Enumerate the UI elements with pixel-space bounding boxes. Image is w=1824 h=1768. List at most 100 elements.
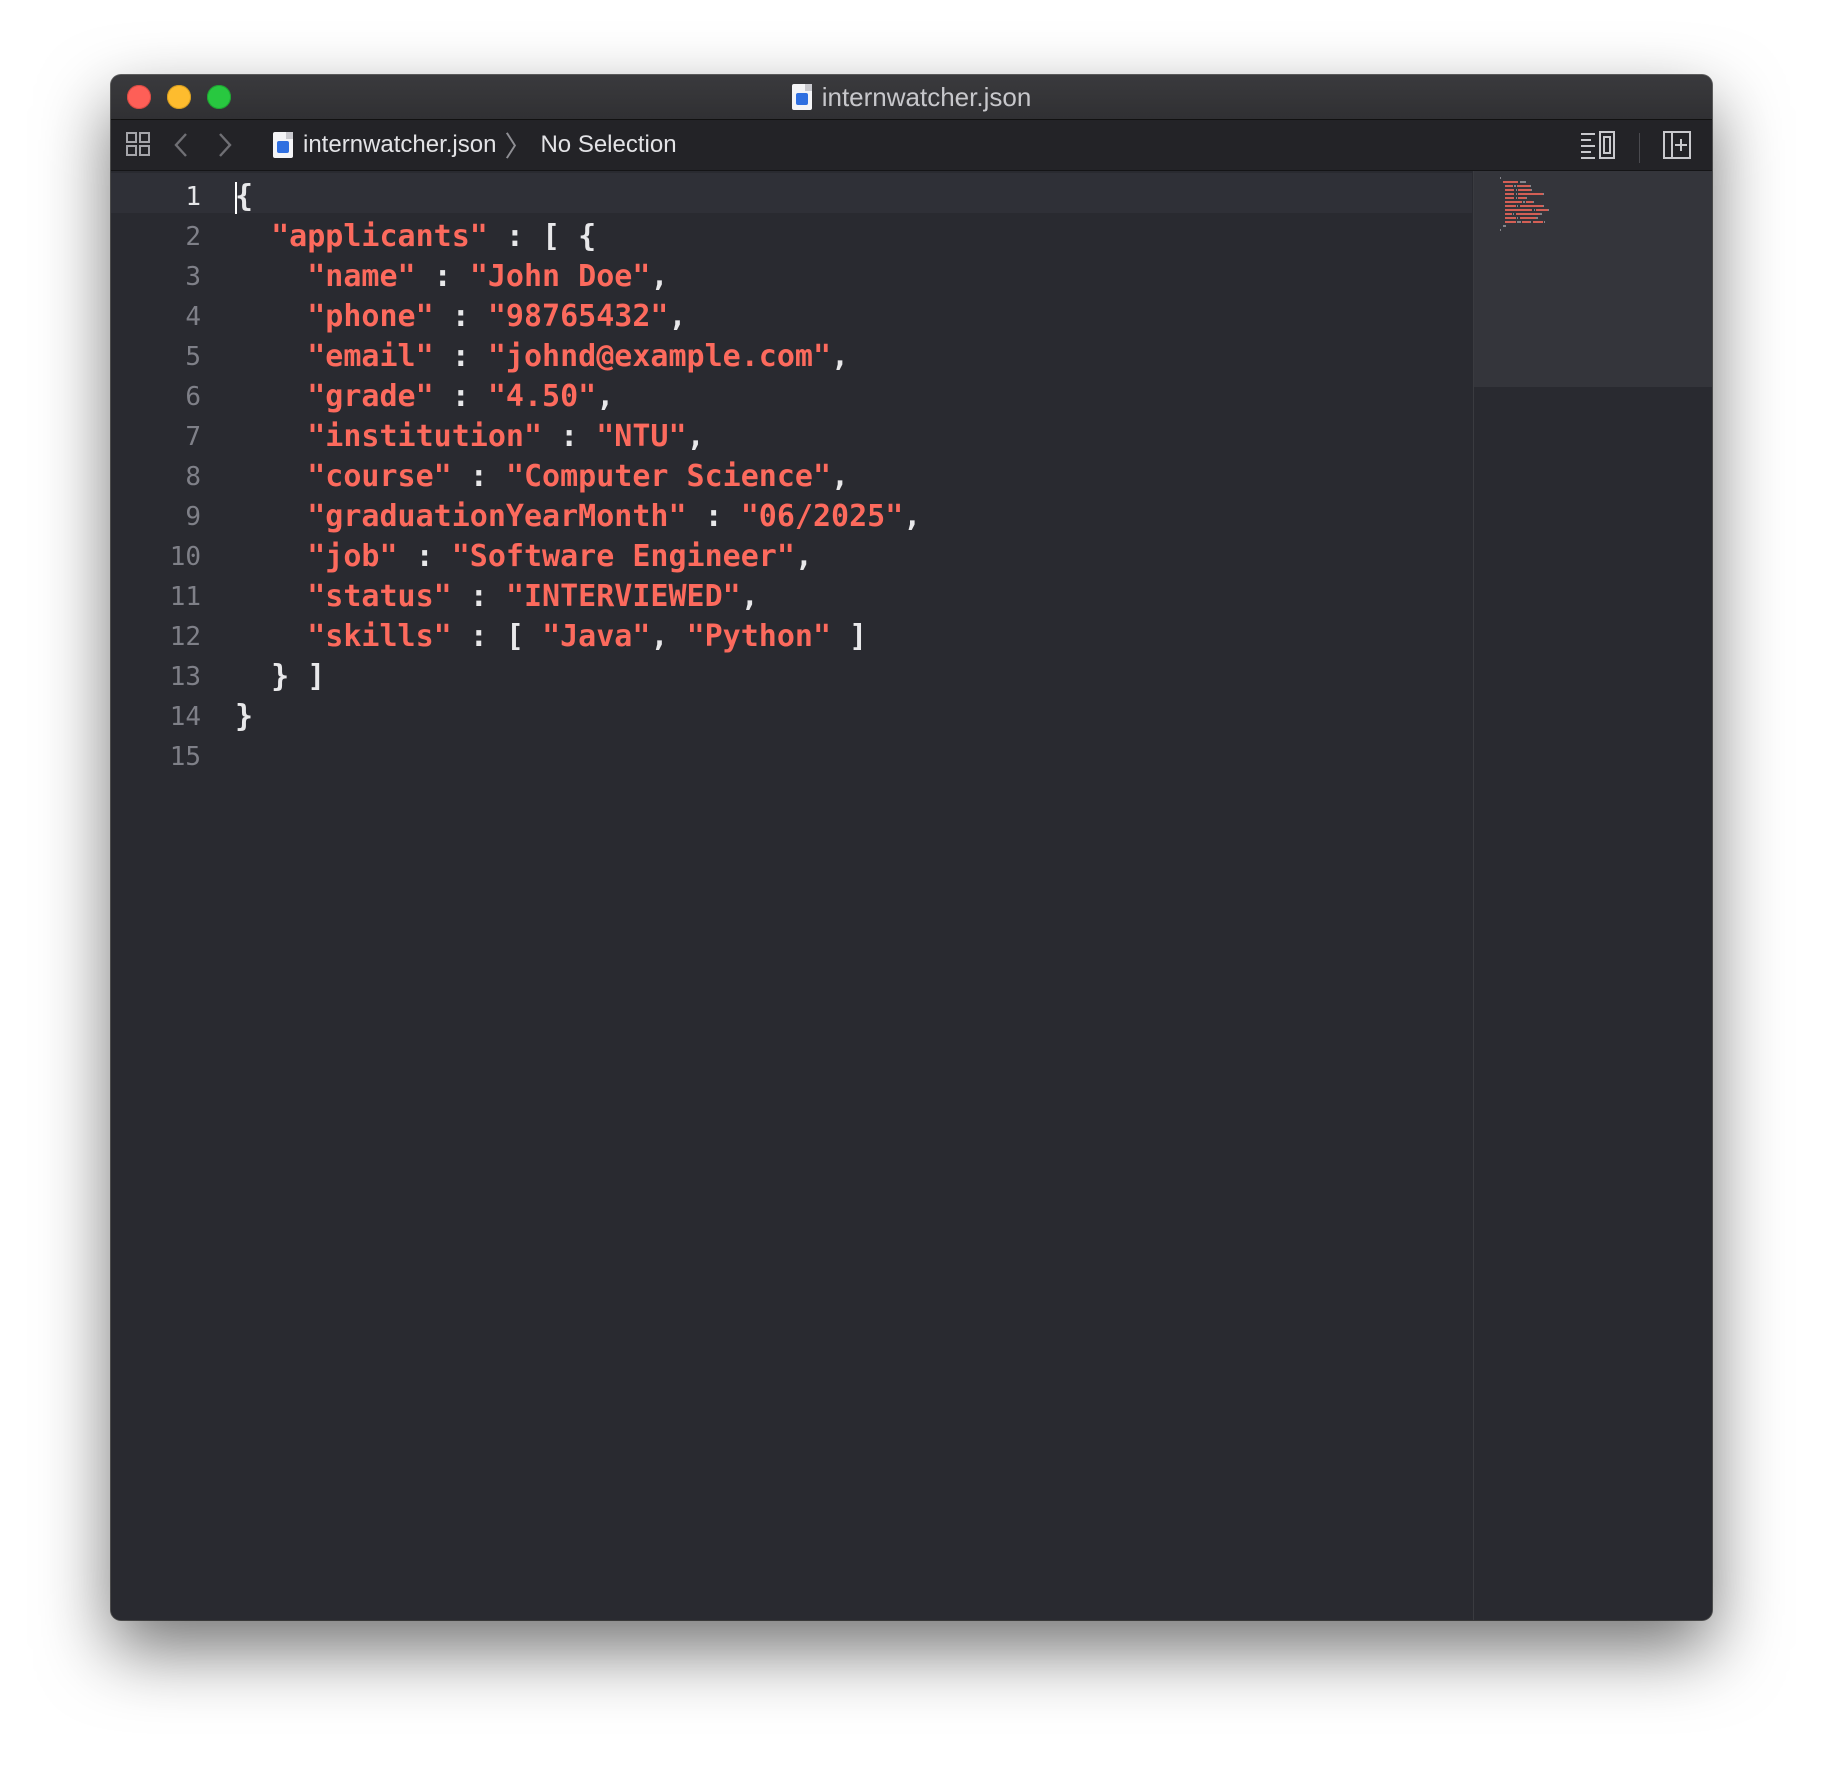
minimap-segment [1542,205,1545,207]
minimap-segment [1536,209,1549,211]
code-line[interactable]: } [235,697,921,737]
string-token: "INTERVIEWED" [505,579,741,614]
minimap-segment [1515,189,1517,191]
editor-options-icon[interactable] [1579,130,1617,165]
string-token: "institution" [307,419,543,454]
code-line[interactable] [235,737,921,777]
string-token: "grade" [307,379,434,414]
string-token: "Software Engineer" [451,539,795,574]
window-title: internwatcher.json [821,81,1032,112]
code-line[interactable]: "job" : "Software Engineer", [235,537,921,577]
minimap-segment [1518,193,1543,195]
punctuation-token: , [903,499,922,534]
punctuation-token: : [451,579,506,614]
string-token: "status" [307,579,452,614]
minimap-segment [1505,197,1515,199]
minimap-segment [1529,221,1532,223]
minimap-segment [1502,181,1519,183]
string-token: "johnd@example.com" [487,339,832,374]
code-line[interactable]: "course" : "Computer Science", [235,457,921,497]
minimap-segment [1502,225,1507,227]
minimap[interactable] [1473,171,1712,1620]
code-line[interactable]: "status" : "INTERVIEWED", [235,577,921,617]
editor-window: internwatcher.json internwatcher.json 〉 … [111,75,1712,1620]
add-editor-icon[interactable] [1662,130,1692,165]
minimap-segment [1516,217,1519,219]
string-token: "Python" [686,619,832,654]
code-line[interactable]: "name" : "John Doe", [235,257,921,297]
toolbar-divider [1639,132,1640,163]
code-line[interactable]: "institution" : "NTU", [235,417,921,457]
line-number: 14 [169,702,201,732]
punctuation-token: : [ [451,619,543,654]
minimap-visible-region[interactable] [1474,171,1712,387]
minimap-segment [1519,205,1543,207]
punctuation-token [235,579,307,614]
breadcrumb-file[interactable]: internwatcher.json [303,131,496,159]
minimap-segment [1515,213,1541,215]
minimap-segment [1519,217,1537,219]
punctuation-token: : [415,259,470,294]
code-line[interactable]: "graduationYearMonth" : "06/2025", [235,497,921,537]
string-token: "skills" [307,619,452,654]
minimap-segment [1544,221,1546,223]
string-token: "course" [307,459,452,494]
punctuation-token [235,499,307,534]
string-token: "NTU" [596,419,687,454]
punctuation-token [235,219,271,254]
code-editor[interactable]: 1 2 3 4 5 6 7 8 9 10 11 12 13 14 15 { "applicants" : [… [111,171,1472,1620]
punctuation-token: , [596,379,615,414]
code-line[interactable]: "skills" : [ "Java", "Python" ] [235,617,921,657]
code-line[interactable]: "applicants" : [ { [235,217,921,257]
punctuation-token: : [433,379,488,414]
json-file-icon [273,132,293,158]
related-items-grid-icon[interactable] [125,131,151,162]
code-line[interactable]: } ] [235,657,921,697]
minimap-segment [1518,189,1532,191]
punctuation-token: : [433,299,488,334]
breadcrumb: internwatcher.json 〉 No Selection [273,120,677,170]
code-line[interactable]: { [235,177,921,217]
chevron-left-icon[interactable] [173,132,189,163]
line-number: 7 [185,422,201,452]
minimap-segment [1531,189,1533,191]
title-bar[interactable]: internwatcher.json [111,75,1712,120]
minimap-segment [1532,201,1534,203]
line-number: 5 [185,342,201,372]
minimap-segment [1505,189,1515,191]
minimap-segment [1505,213,1512,215]
chevron-right-icon[interactable] [217,132,233,163]
punctuation-token: : [ { [487,219,597,254]
code-line[interactable]: "phone" : "98765432", [235,297,921,337]
code-line[interactable]: "grade" : "4.50", [235,377,921,417]
punctuation-token [235,539,307,574]
minimap-segment [1516,205,1519,207]
punctuation-token [235,299,307,334]
line-number: 11 [169,582,201,612]
punctuation-token [235,259,307,294]
minimap-segment [1523,201,1525,203]
string-token: "name" [307,259,416,294]
minimap-segment [1533,209,1536,211]
punctuation-token [235,339,307,374]
jump-bar: internwatcher.json 〉 No Selection [111,120,1712,171]
string-token: "Computer Science" [505,459,832,494]
punctuation-token [235,459,307,494]
code-area[interactable]: { "applicants" : [ { "name" : "John Doe"… [235,177,921,777]
punctuation-token [235,419,307,454]
minimap-segment [1500,177,1502,179]
minimap-segment [1548,209,1550,211]
minimap-segment [1532,221,1543,223]
punctuation-token: : [433,339,488,374]
breadcrumb-selection[interactable]: No Selection [540,131,676,159]
editor-controls [1579,130,1692,165]
line-number: 1 [185,182,201,212]
punctuation-token: , [650,619,687,654]
line-number: 4 [185,302,201,332]
punctuation-token: : [542,419,597,454]
code-line[interactable]: "email" : "johnd@example.com", [235,337,921,377]
punctuation-token: , [686,419,705,454]
line-number: 2 [185,222,201,252]
string-token: "graduationYearMonth" [307,499,687,534]
window-title-group: internwatcher.json [111,75,1712,119]
